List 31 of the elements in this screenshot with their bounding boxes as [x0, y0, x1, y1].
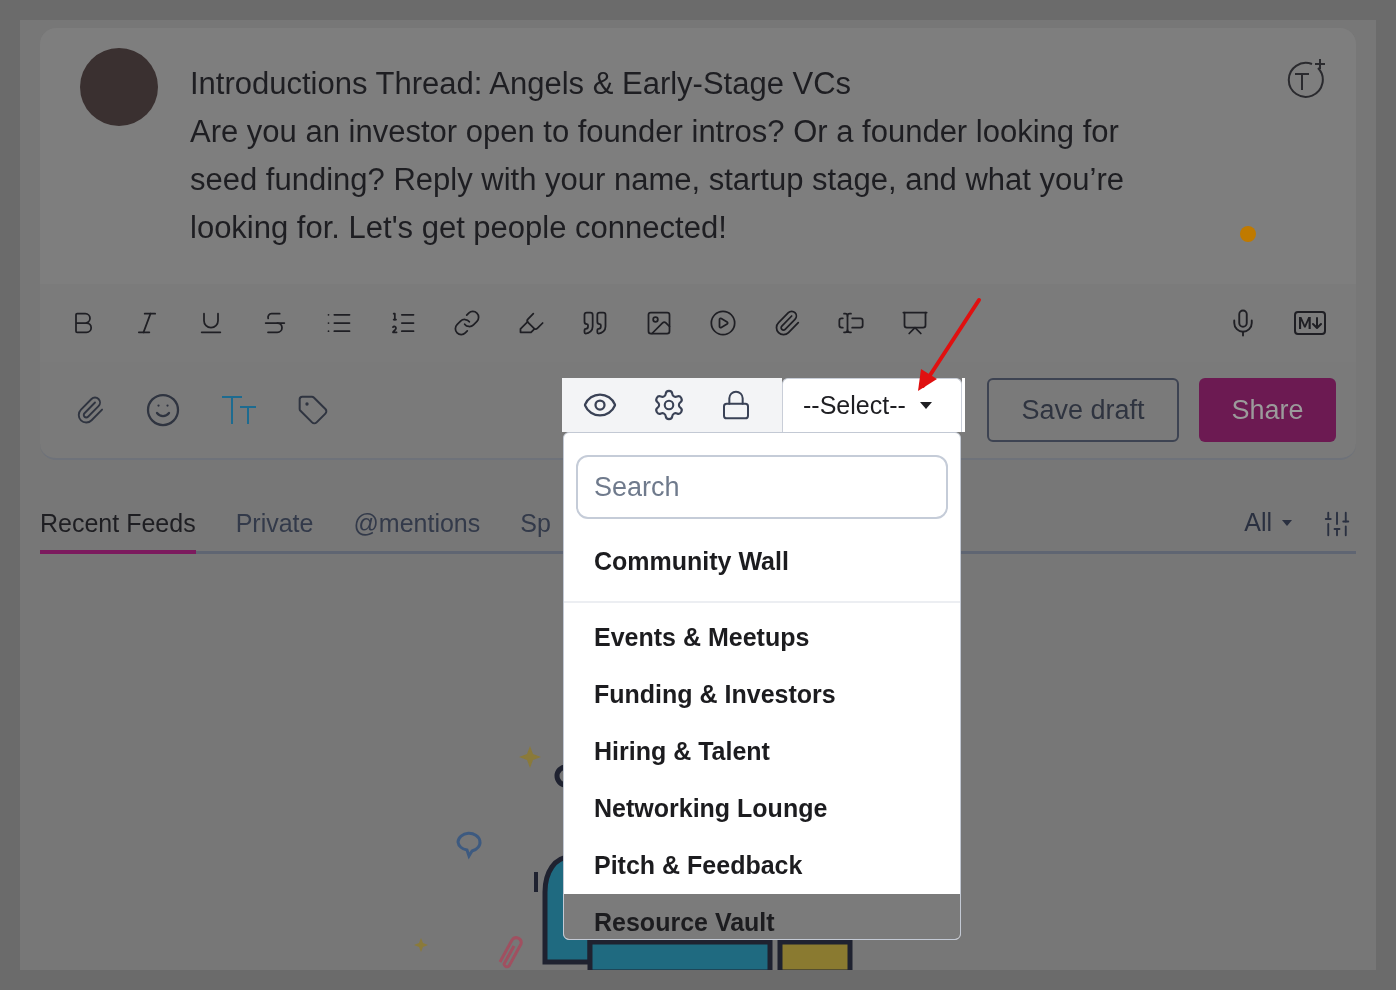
- link-icon[interactable]: [453, 309, 481, 337]
- feed-tab[interactable]: Recent Feeds: [40, 497, 196, 554]
- feed-tab[interactable]: Sp: [520, 497, 551, 554]
- quote-icon[interactable]: [581, 309, 609, 337]
- paperclip-icon[interactable]: [773, 309, 801, 337]
- emoji-icon[interactable]: [145, 392, 181, 428]
- caret-icon: [919, 401, 932, 410]
- feed-tab[interactable]: @mentions: [353, 497, 481, 554]
- lock-icon[interactable]: [720, 389, 752, 421]
- filter-dropdown[interactable]: All: [1244, 494, 1292, 551]
- dropdown-option[interactable]: Pitch & Feedback: [594, 846, 803, 885]
- audience-select[interactable]: --Select--: [782, 378, 962, 432]
- save-draft-button[interactable]: Save draft: [987, 378, 1179, 442]
- dropdown-option[interactable]: Funding & Investors: [594, 675, 836, 714]
- feed-tab[interactable]: Private: [235, 497, 314, 554]
- post-body[interactable]: Are you an investor open to founder intros? Or a founder looking for seed funding? Reply with your name, startup stage, and what you’re looking for. Let's get people connected!: [190, 108, 1180, 252]
- dropdown-option[interactable]: Hiring & Talent: [594, 732, 770, 771]
- dropdown-option[interactable]: Community Wall: [594, 543, 789, 581]
- share-button[interactable]: Share: [1199, 378, 1336, 442]
- search-field[interactable]: Search: [576, 455, 948, 519]
- post-title: Introductions Thread: Angels & Early-Stage VCs: [190, 65, 853, 103]
- settings-icon[interactable]: [652, 388, 686, 422]
- filter-settings-icon[interactable]: [1322, 509, 1352, 539]
- dropdown-option[interactable]: Networking Lounge: [594, 789, 828, 828]
- caret-icon: [1282, 519, 1292, 526]
- paperclip-icon[interactable]: [75, 395, 105, 425]
- image-icon[interactable]: [645, 309, 673, 337]
- tag-icon[interactable]: [297, 394, 329, 426]
- presentation-icon[interactable]: [901, 309, 929, 337]
- dropdown-option[interactable]: Events & Meetups: [594, 618, 810, 657]
- play-icon[interactable]: [709, 309, 737, 337]
